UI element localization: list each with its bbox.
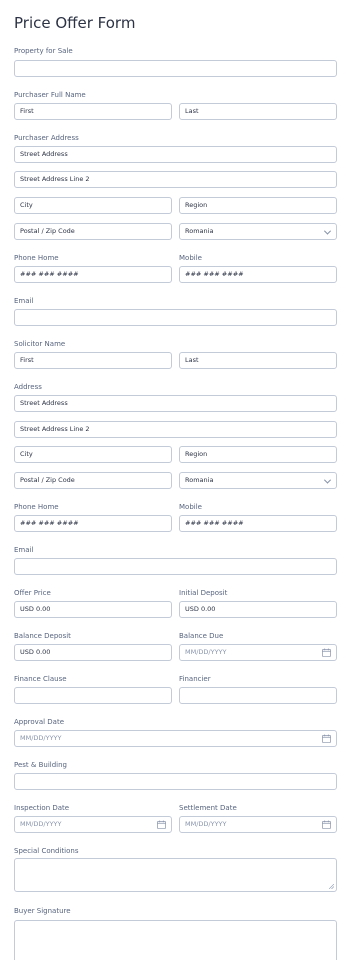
solicitor-address-label: Address — [14, 383, 42, 391]
inspection-date-placeholder: MM/DD/YYYY — [20, 820, 62, 828]
financier-input[interactable] — [179, 687, 337, 704]
solicitor-phone-home-input[interactable]: ### ### #### — [14, 515, 172, 532]
solicitor-city-input[interactable]: City — [14, 446, 172, 463]
purchaser-country-select[interactable]: Romania — [179, 223, 337, 240]
purchaser-email-input[interactable] — [14, 309, 337, 326]
solicitor-mobile-label: Mobile — [179, 503, 202, 511]
buyer-signature-pad[interactable] — [14, 920, 337, 960]
property-input[interactable] — [14, 60, 337, 77]
pest-building-input[interactable] — [14, 773, 337, 790]
buyer-signature-label: Buyer Signature — [14, 907, 71, 915]
calendar-icon[interactable] — [322, 734, 331, 743]
purchaser-region-input[interactable]: Region — [179, 197, 337, 214]
solicitor-email-input[interactable] — [14, 558, 337, 575]
resize-handle-icon[interactable] — [329, 884, 334, 889]
purchaser-city-input[interactable]: City — [14, 197, 172, 214]
initial-deposit-label: Initial Deposit — [179, 589, 228, 597]
initial-deposit-input[interactable]: USD 0.00 — [179, 601, 337, 618]
purchaser-phone-home-input[interactable]: ### ### #### — [14, 266, 172, 283]
calendar-icon[interactable] — [322, 648, 331, 657]
settlement-date-input[interactable]: MM/DD/YYYY — [179, 816, 337, 833]
chevron-down-icon — [323, 476, 332, 484]
purchaser-first-input[interactable]: First — [14, 103, 172, 120]
solicitor-country-select[interactable]: Romania — [179, 472, 337, 489]
solicitor-country-value: Romania — [185, 476, 214, 484]
purchaser-mobile-input[interactable]: ### ### #### — [179, 266, 337, 283]
purchaser-mobile-label: Mobile — [179, 254, 202, 262]
calendar-icon[interactable] — [157, 820, 166, 829]
balance-deposit-input[interactable]: USD 0.00 — [14, 644, 172, 661]
offer-price-label: Offer Price — [14, 589, 51, 597]
solicitor-last-input[interactable]: Last — [179, 352, 337, 369]
purchaser-email-label: Email — [14, 297, 34, 305]
purchaser-name-label: Purchaser Full Name — [14, 91, 86, 99]
inspection-date-input[interactable]: MM/DD/YYYY — [14, 816, 172, 833]
property-label: Property for Sale — [14, 47, 73, 55]
purchaser-phone-home-label: Phone Home — [14, 254, 59, 262]
offer-price-input[interactable]: USD 0.00 — [14, 601, 172, 618]
balance-deposit-label: Balance Deposit — [14, 632, 71, 640]
special-conditions-textarea[interactable] — [14, 858, 337, 892]
solicitor-region-input[interactable]: Region — [179, 446, 337, 463]
solicitor-name-label: Solicitor Name — [14, 340, 66, 348]
solicitor-street-input[interactable]: Street Address — [14, 395, 337, 412]
solicitor-mobile-input[interactable]: ### ### #### — [179, 515, 337, 532]
pest-building-label: Pest & Building — [14, 761, 67, 769]
purchaser-street2-input[interactable]: Street Address Line 2 — [14, 171, 337, 188]
balance-due-input[interactable]: MM/DD/YYYY — [179, 644, 337, 661]
solicitor-phone-home-label: Phone Home — [14, 503, 59, 511]
chevron-down-icon — [323, 227, 332, 235]
purchaser-street-input[interactable]: Street Address — [14, 146, 337, 163]
approval-date-input[interactable]: MM/DD/YYYY — [14, 730, 337, 747]
purchaser-last-input[interactable]: Last — [179, 103, 337, 120]
page-title: Price Offer Form — [14, 14, 136, 32]
settlement-date-label: Settlement Date — [179, 804, 237, 812]
financier-label: Financier — [179, 675, 211, 683]
approval-date-label: Approval Date — [14, 718, 65, 726]
calendar-icon[interactable] — [322, 820, 331, 829]
balance-due-label: Balance Due — [179, 632, 224, 640]
balance-due-placeholder: MM/DD/YYYY — [185, 648, 227, 656]
finance-clause-input[interactable] — [14, 687, 172, 704]
solicitor-postal-input[interactable]: Postal / Zip Code — [14, 472, 172, 489]
settlement-date-placeholder: MM/DD/YYYY — [185, 820, 227, 828]
solicitor-email-label: Email — [14, 546, 34, 554]
finance-clause-label: Finance Clause — [14, 675, 67, 683]
solicitor-first-input[interactable]: First — [14, 352, 172, 369]
price-offer-form: Price Offer Form Property for Sale Purch… — [0, 0, 350, 960]
special-conditions-label: Special Conditions — [14, 847, 79, 855]
purchaser-postal-input[interactable]: Postal / Zip Code — [14, 223, 172, 240]
purchaser-address-label: Purchaser Address — [14, 134, 79, 142]
purchaser-country-value: Romania — [185, 227, 214, 235]
inspection-date-label: Inspection Date — [14, 804, 70, 812]
approval-date-placeholder: MM/DD/YYYY — [20, 734, 62, 742]
solicitor-street2-input[interactable]: Street Address Line 2 — [14, 421, 337, 438]
